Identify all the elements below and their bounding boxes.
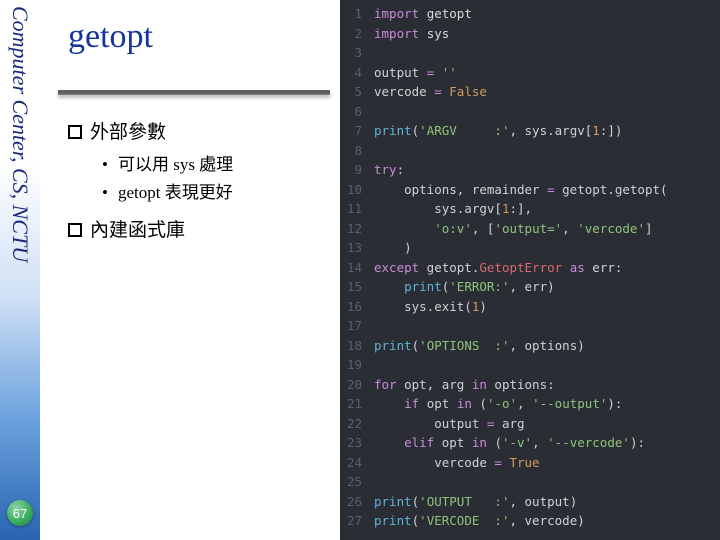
- code-line: 11 sys.argv[1:],: [340, 199, 720, 219]
- code-line-body: if opt in ('-o', '--output'):: [374, 394, 720, 414]
- line-number: 23: [340, 433, 374, 453]
- code-line: 10 options, remainder = getopt.getopt(: [340, 180, 720, 200]
- line-number: 1: [340, 4, 374, 24]
- line-number: 20: [340, 375, 374, 395]
- code-line: 6: [340, 102, 720, 122]
- code-line-body: for opt, arg in options:: [374, 375, 720, 395]
- line-number: 22: [340, 414, 374, 434]
- line-number: 11: [340, 199, 374, 219]
- code-line-body: elif opt in ('-v', '--vercode'):: [374, 433, 720, 453]
- line-number: 4: [340, 63, 374, 83]
- code-line: 2import sys: [340, 24, 720, 44]
- code-line-body: 'o:v', ['output=', 'vercode']: [374, 219, 720, 239]
- line-number: 15: [340, 277, 374, 297]
- code-line-body: options, remainder = getopt.getopt(: [374, 180, 720, 200]
- bullet-1-sublist: 可以用 sys 處理 getopt 表現更好: [102, 150, 330, 203]
- code-line: 9try:: [340, 160, 720, 180]
- code-line: 8: [340, 141, 720, 161]
- code-line: 24 vercode = True: [340, 453, 720, 473]
- sidebar: Computer Center, CS, NCTU 67: [0, 0, 40, 540]
- code-line-body: import sys: [374, 24, 720, 44]
- code-line-body: except getopt.GetoptError as err:: [374, 258, 720, 278]
- code-block: 1import getopt2import sys34output = ''5v…: [340, 0, 720, 540]
- bullet-1: 外部參數: [68, 117, 330, 144]
- title-underline: [58, 90, 330, 95]
- line-number: 9: [340, 160, 374, 180]
- bullet-2: 內建函式庫: [68, 215, 330, 242]
- code-line: 22 output = arg: [340, 414, 720, 434]
- code-line-body: sys.argv[1:],: [374, 199, 720, 219]
- code-line-body: [374, 316, 720, 336]
- code-line-body: output = '': [374, 63, 720, 83]
- code-line: 16 sys.exit(1): [340, 297, 720, 317]
- sub-bullet: 可以用 sys 處理: [102, 150, 330, 175]
- code-line-body: print('VERCODE :', vercode): [374, 511, 720, 531]
- code-line: 19: [340, 355, 720, 375]
- code-line-body: print('ARGV :', sys.argv[1:]): [374, 121, 720, 141]
- bullet-list: 外部參數 可以用 sys 處理 getopt 表現更好 內建函式庫: [68, 117, 330, 242]
- line-number: 3: [340, 43, 374, 63]
- code-line-body: try:: [374, 160, 720, 180]
- code-line: 3: [340, 43, 720, 63]
- code-line: 25: [340, 472, 720, 492]
- line-number: 24: [340, 453, 374, 473]
- line-number: 27: [340, 511, 374, 531]
- bullet-2-text: 內建函式庫: [90, 220, 185, 241]
- line-number: 18: [340, 336, 374, 356]
- line-number: 19: [340, 355, 374, 375]
- code-line-body: [374, 102, 720, 122]
- code-line-body: output = arg: [374, 414, 720, 434]
- code-line-body: [374, 472, 720, 492]
- square-bullet-icon: [68, 223, 82, 237]
- code-line: 23 elif opt in ('-v', '--vercode'):: [340, 433, 720, 453]
- code-line: 26print('OUTPUT :', output): [340, 492, 720, 512]
- code-line: 27print('VERCODE :', vercode): [340, 511, 720, 531]
- code-line: 14except getopt.GetoptError as err:: [340, 258, 720, 278]
- code-line-body: print('ERROR:', err): [374, 277, 720, 297]
- code-line: 20for opt, arg in options:: [340, 375, 720, 395]
- line-number: 13: [340, 238, 374, 258]
- code-line-body: ): [374, 238, 720, 258]
- line-number: 12: [340, 219, 374, 239]
- line-number: 10: [340, 180, 374, 200]
- code-line-body: import getopt: [374, 4, 720, 24]
- code-line-body: vercode = False: [374, 82, 720, 102]
- line-number: 2: [340, 24, 374, 44]
- org-label: Computer Center, CS, NCTU: [7, 6, 33, 262]
- code-line-body: vercode = True: [374, 453, 720, 473]
- line-number: 26: [340, 492, 374, 512]
- page-number-badge: 67: [7, 500, 33, 526]
- slide: Computer Center, CS, NCTU 67 getopt 外部參數…: [0, 0, 720, 540]
- code-line: 15 print('ERROR:', err): [340, 277, 720, 297]
- code-line: 4output = '': [340, 63, 720, 83]
- line-number: 17: [340, 316, 374, 336]
- code-line-body: print('OUTPUT :', output): [374, 492, 720, 512]
- code-line: 1import getopt: [340, 4, 720, 24]
- line-number: 8: [340, 141, 374, 161]
- sub-bullet: getopt 表現更好: [102, 178, 330, 203]
- code-line: 17: [340, 316, 720, 336]
- content-pane: getopt 外部參數 可以用 sys 處理 getopt 表現更好 內建函式庫: [40, 0, 340, 540]
- code-line-body: [374, 141, 720, 161]
- line-number: 16: [340, 297, 374, 317]
- code-line: 5vercode = False: [340, 82, 720, 102]
- line-number: 21: [340, 394, 374, 414]
- square-bullet-icon: [68, 125, 82, 139]
- code-line: 12 'o:v', ['output=', 'vercode']: [340, 219, 720, 239]
- line-number: 7: [340, 121, 374, 141]
- bullet-1-text: 外部參數: [90, 122, 166, 143]
- line-number: 6: [340, 102, 374, 122]
- code-line-body: [374, 355, 720, 375]
- code-line: 7print('ARGV :', sys.argv[1:]): [340, 121, 720, 141]
- code-line: 21 if opt in ('-o', '--output'):: [340, 394, 720, 414]
- line-number: 5: [340, 82, 374, 102]
- code-line-body: sys.exit(1): [374, 297, 720, 317]
- line-number: 25: [340, 472, 374, 492]
- code-line: 13 ): [340, 238, 720, 258]
- code-line-body: print('OPTIONS :', options): [374, 336, 720, 356]
- line-number: 14: [340, 258, 374, 278]
- slide-title: getopt: [68, 18, 330, 56]
- code-line-body: [374, 43, 720, 63]
- code-line: 18print('OPTIONS :', options): [340, 336, 720, 356]
